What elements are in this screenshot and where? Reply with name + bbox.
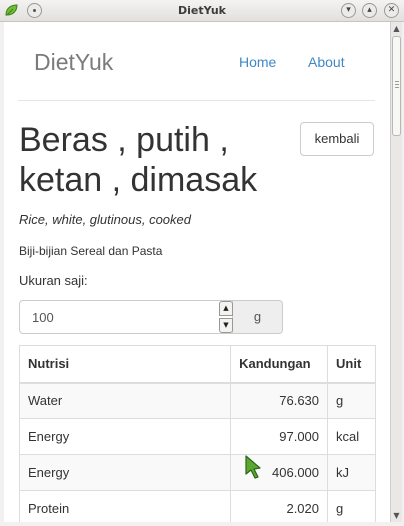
- nutrient-unit: kcal: [327, 418, 376, 455]
- serving-size-input[interactable]: 100: [19, 300, 233, 334]
- food-category: Biji-bijian Sereal dan Pasta: [19, 244, 163, 258]
- table-row: Energy 97.000 kcal: [18, 418, 376, 455]
- window-bottom-border: [0, 522, 404, 526]
- scroll-down-arrow-icon[interactable]: ▼: [392, 511, 401, 520]
- nav-link-home[interactable]: Home: [239, 54, 276, 70]
- table-row: Protein 2.020 g: [18, 490, 376, 522]
- serving-size-value: 100: [32, 310, 54, 325]
- window-titlebar: DietYuk ▾ ▴ ✕: [0, 0, 404, 22]
- nutrient-name: Water: [18, 382, 232, 419]
- spinner-up-button[interactable]: ▲: [219, 301, 233, 316]
- divider: [18, 100, 375, 101]
- chevron-up-icon[interactable]: ▴: [362, 3, 377, 18]
- column-header-unit[interactable]: Unit: [327, 345, 376, 384]
- nutrient-amount: 2.020: [230, 490, 329, 522]
- english-name: Rice, white, glutinous, cooked: [19, 212, 191, 227]
- mouse-pointer-icon: [244, 454, 264, 480]
- nutrient-amount: 97.000: [230, 418, 329, 455]
- nav-link-about[interactable]: About: [308, 54, 345, 70]
- brand-logo[interactable]: DietYuk: [34, 49, 113, 76]
- table-row: Energy 406.000 kJ: [18, 454, 376, 491]
- spinner-down-button[interactable]: ▼: [219, 318, 233, 333]
- nutrient-amount: 76.630: [230, 382, 329, 419]
- vertical-scrollbar[interactable]: ▲ ▼: [390, 22, 402, 522]
- nutrient-name: Energy: [18, 418, 232, 455]
- nutrient-unit: g: [327, 382, 376, 419]
- chevron-down-icon[interactable]: ▾: [341, 3, 356, 18]
- nutrition-table: Nutrisi Kandungan Unit Water 76.630 g En…: [18, 345, 376, 522]
- nutrient-unit: kJ: [327, 454, 376, 491]
- nutrient-name: Protein: [18, 490, 232, 522]
- column-header-amount[interactable]: Kandungan: [230, 345, 329, 384]
- page-viewport: DietYuk Home About Beras , putih , ketan…: [4, 22, 390, 522]
- nutrient-name: Energy: [18, 454, 232, 491]
- serving-unit: g: [233, 300, 283, 334]
- table-row: Water 76.630 g: [18, 382, 376, 419]
- back-button[interactable]: kembali: [300, 122, 374, 156]
- column-header-nutrient[interactable]: Nutrisi: [18, 345, 232, 384]
- table-header-row: Nutrisi Kandungan Unit: [18, 345, 376, 384]
- serving-size-label: Ukuran saji:: [19, 273, 88, 288]
- scroll-up-arrow-icon[interactable]: ▲: [392, 24, 401, 33]
- close-icon[interactable]: ✕: [384, 3, 399, 18]
- page-title: Beras , putih , ketan , dimasak: [19, 121, 258, 199]
- nutrient-unit: g: [327, 490, 376, 522]
- scroll-thumb[interactable]: [392, 36, 401, 136]
